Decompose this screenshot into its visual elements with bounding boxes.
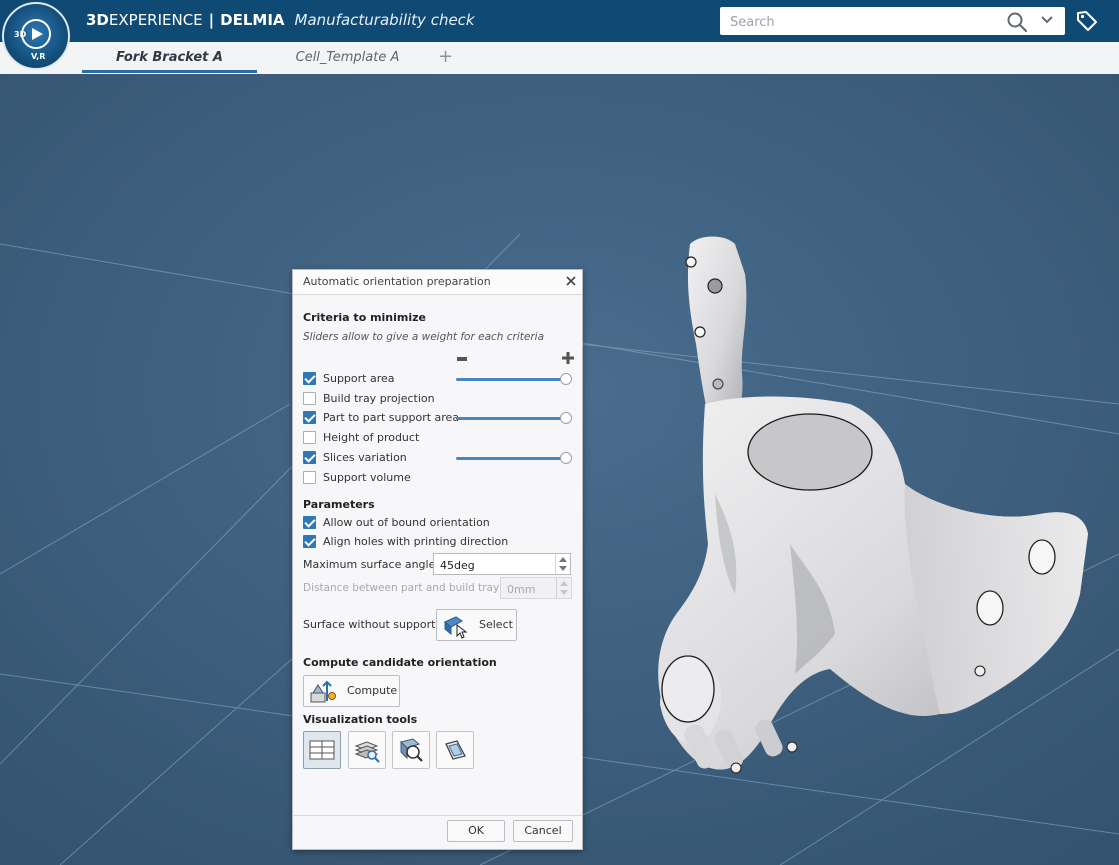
distance-input [505, 580, 549, 598]
select-button-label: Select [479, 618, 513, 631]
slider-knob[interactable] [560, 452, 572, 464]
slices-variation-label: Slices variation [323, 451, 407, 464]
top-bar: 3DEXPERIENCE | DELMIA Manufacturability che… [0, 0, 1119, 42]
spinner-up-icon[interactable] [559, 557, 567, 562]
param-out-of-bound[interactable]: Allow out of bound orientation [303, 514, 578, 532]
vis-tool-slices[interactable] [348, 731, 386, 769]
minus-icon [457, 357, 467, 361]
parameters-heading: Parameters [303, 498, 375, 511]
dialog-title: Automatic orientation preparation [303, 275, 491, 288]
close-icon[interactable] [565, 275, 577, 287]
criteria-support-area[interactable]: Support area [303, 370, 578, 388]
chevron-down-icon[interactable] [1040, 13, 1054, 27]
support-volume-label: Support volume [323, 471, 411, 484]
add-tab-icon[interactable]: + [438, 42, 453, 72]
layout-grid-icon [309, 740, 335, 760]
vis-tool-tray[interactable] [436, 731, 474, 769]
compass-label-vr: V,R [31, 52, 46, 61]
support-volume-checkbox[interactable] [303, 471, 316, 484]
slider-knob[interactable] [560, 373, 572, 385]
max-angle-label: Maximum surface angle [303, 558, 436, 571]
build-tray-projection-checkbox[interactable] [303, 392, 316, 405]
support-area-label: Support area [323, 372, 395, 385]
param-align-holes[interactable]: Align holes with printing direction [303, 533, 578, 551]
brand-3d: 3D [86, 11, 109, 29]
tab-cell-template[interactable]: Cell_Template A [270, 42, 425, 73]
max-angle-input[interactable] [438, 556, 542, 574]
criteria-hint: Sliders allow to give a weight for each … [303, 331, 545, 343]
cancel-button[interactable]: Cancel [513, 820, 573, 842]
brand-title: 3DEXPERIENCE | DELMIA Manufacturability che… [86, 11, 475, 29]
max-angle-spinner[interactable] [433, 553, 571, 575]
criteria-heading: Criteria to minimize [303, 311, 427, 324]
out-of-bound-checkbox[interactable] [303, 516, 316, 529]
compute-button[interactable]: Compute [303, 675, 400, 707]
support-area-checkbox[interactable] [303, 372, 316, 385]
part-to-part-label: Part to part support area [323, 411, 460, 424]
criteria-build-tray-projection[interactable]: Build tray projection [303, 390, 578, 408]
height-of-product-label: Height of product [323, 431, 420, 444]
part-to-part-checkbox[interactable] [303, 411, 316, 424]
criteria-slices-variation[interactable]: Slices variation [303, 449, 578, 467]
visualization-heading: Visualization tools [303, 713, 418, 726]
support-area-slider[interactable] [456, 373, 572, 385]
dialog-footer-divider [293, 815, 582, 816]
analyze-part-icon [400, 738, 423, 762]
slider-knob[interactable] [560, 412, 572, 424]
automatic-orientation-dialog: Automatic orientation preparation Criter… [292, 269, 583, 850]
slices-inspect-icon [354, 741, 380, 763]
tab-fork-bracket[interactable]: Fork Bracket A [82, 42, 257, 73]
spinner-down-icon [560, 590, 568, 595]
max-angle-arrows[interactable] [555, 554, 570, 574]
compute-icon [310, 680, 336, 703]
compass-icon[interactable]: 3D V,R [2, 2, 70, 70]
vis-tool-analyze[interactable] [392, 731, 430, 769]
build-tray-projection-label: Build tray projection [323, 392, 435, 405]
app-name: Manufacturability check [294, 11, 475, 29]
part-to-part-slider[interactable] [456, 412, 572, 424]
height-of-product-checkbox[interactable] [303, 431, 316, 444]
compute-heading: Compute candidate orientation [303, 656, 497, 669]
tab-bar: Fork Bracket A Cell_Template A + [0, 42, 1119, 75]
vis-tool-layout[interactable] [303, 731, 341, 769]
spinner-down-icon[interactable] [559, 566, 567, 571]
brand-delmia: DELMIA [220, 11, 285, 29]
distance-label: Distance between part and build tray [303, 582, 500, 594]
play-icon [32, 28, 43, 40]
select-button[interactable]: Select [436, 609, 517, 641]
distance-spinner [500, 577, 572, 599]
search-box[interactable] [720, 7, 1065, 35]
spinner-up-icon [560, 581, 568, 586]
brand-separator: | [208, 11, 215, 29]
align-holes-label: Align holes with printing direction [323, 535, 509, 548]
tag-icon[interactable] [1075, 9, 1099, 33]
distance-arrows [556, 578, 571, 598]
build-tray-icon [445, 740, 466, 760]
out-of-bound-label: Allow out of bound orientation [323, 516, 490, 529]
slices-variation-checkbox[interactable] [303, 451, 316, 464]
dialog-title-bar[interactable]: Automatic orientation preparation [293, 270, 582, 295]
criteria-height-of-product[interactable]: Height of product [303, 429, 578, 447]
select-surface-icon [444, 616, 468, 639]
plus-icon [562, 352, 574, 364]
compute-button-label: Compute [347, 684, 398, 697]
slices-variation-slider[interactable] [456, 452, 572, 464]
ok-button[interactable]: OK [447, 820, 505, 842]
brand-experience: EXPERIENCE [108, 11, 203, 29]
surface-without-support-label: Surface without support [303, 618, 436, 631]
search-icon[interactable] [1006, 11, 1028, 33]
criteria-part-to-part[interactable]: Part to part support area [303, 409, 578, 427]
search-input[interactable] [728, 11, 1002, 33]
align-holes-checkbox[interactable] [303, 535, 316, 548]
criteria-support-volume[interactable]: Support volume [303, 469, 578, 487]
